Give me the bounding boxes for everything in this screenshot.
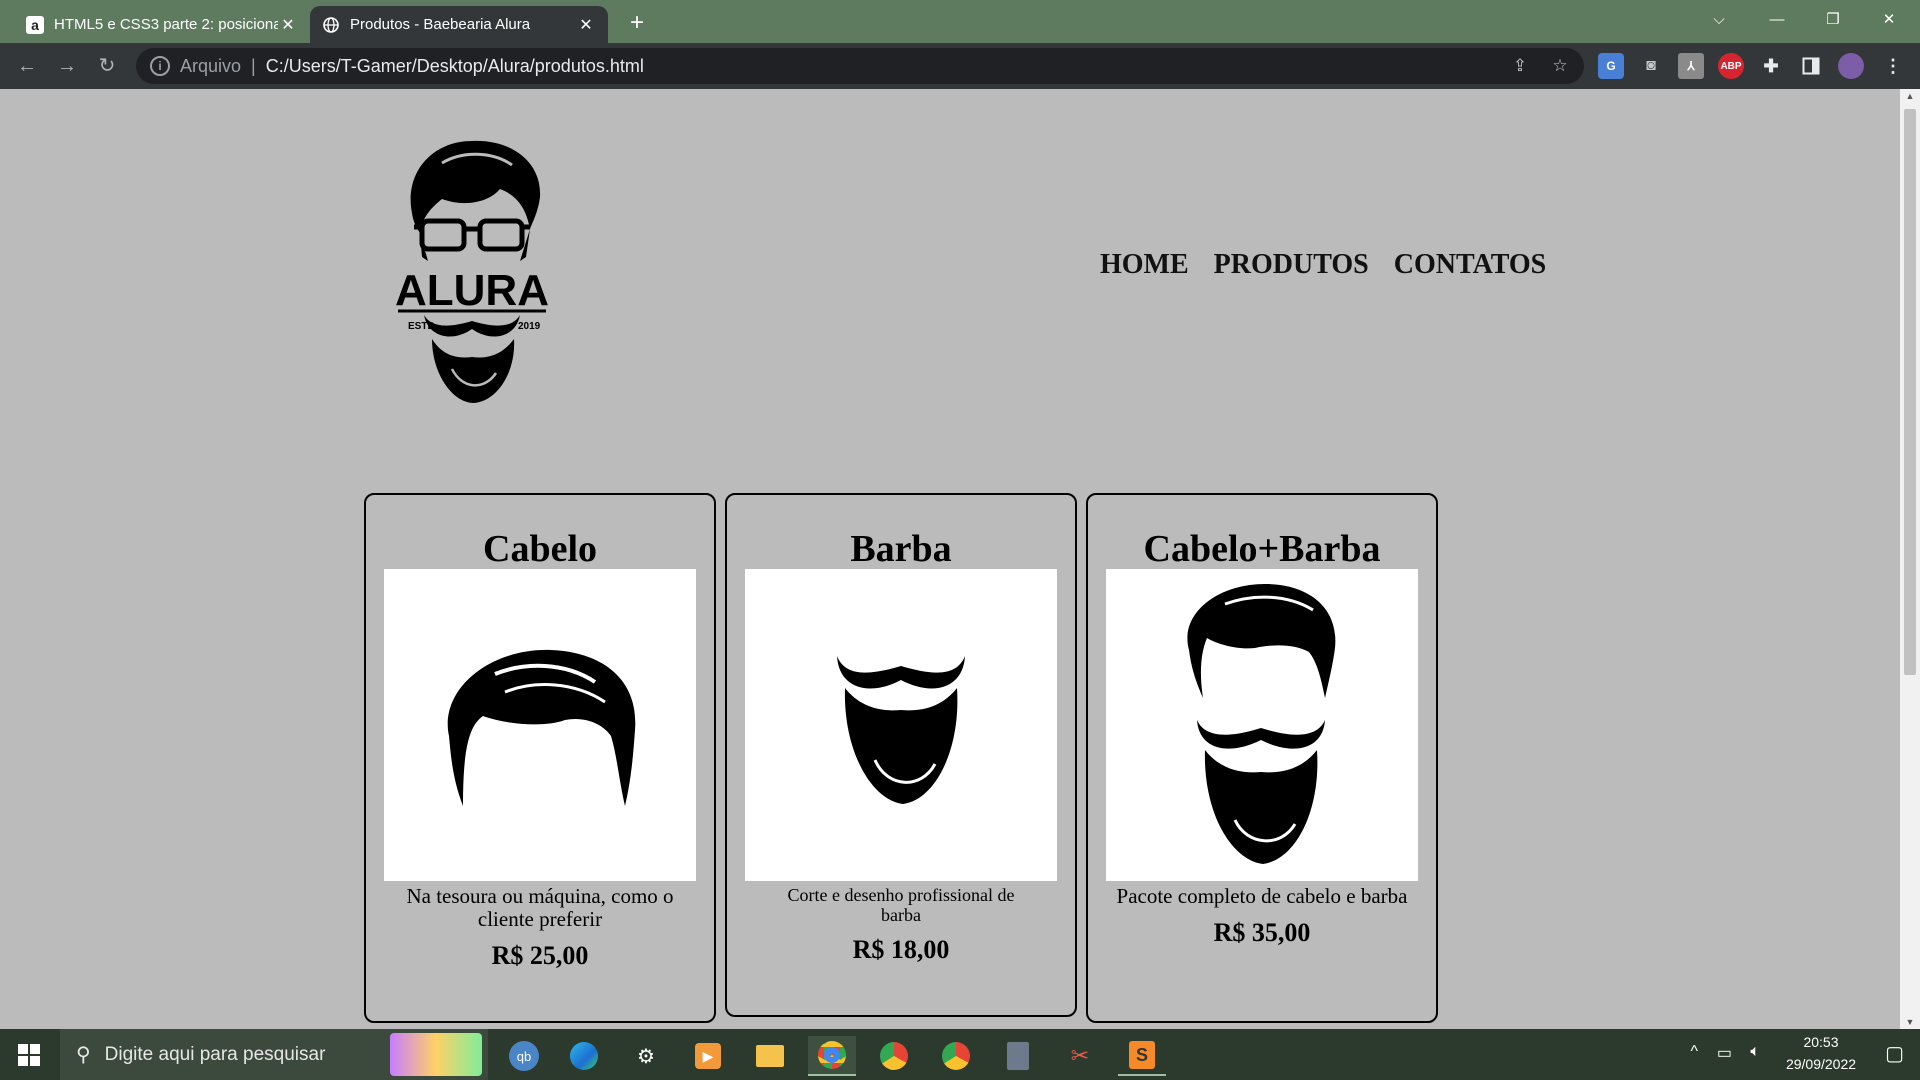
product-price: R$ 35,00 [1213,918,1311,947]
share-icon[interactable]: ⇪ [1508,54,1532,78]
alura-favicon-icon: a [26,15,44,34]
file-explorer-icon[interactable] [746,1036,794,1076]
product-card-cabelo: Cabelo Na tesoura ou máquina, como o cli… [364,493,716,1023]
chrome-app-icon-active[interactable] [808,1036,856,1076]
extensions-puzzle-icon[interactable]: ✚ [1758,53,1784,79]
product-title: Cabelo [483,528,597,570]
globe-icon [322,16,340,34]
browser-toolbar: ← → ↻ i Arquivo | C:/Users/T-Gamer/Deskt… [0,43,1920,89]
edge-app-icon[interactable] [560,1036,608,1076]
hair-icon [447,649,636,806]
search-icon: ⚲ [76,1044,91,1066]
product-image-hair [384,569,696,881]
tab-title: HTML5 e CSS3 parte 2: posiciona [54,16,278,33]
chrome-profile-2-icon[interactable] [870,1036,918,1076]
forward-button[interactable]: → [52,51,82,81]
product-card-barba: Barba Corte e desenho profissional de ba… [725,493,1077,1017]
search-placeholder: Digite aqui para pesquisar [104,1043,326,1065]
qbittorrent-app-icon[interactable]: qb [500,1036,548,1076]
start-button[interactable] [0,1029,58,1080]
alura-logo: ALURA ESTD 2019 [395,140,549,403]
restore-button[interactable]: ❐ [1808,0,1858,40]
scroll-up-arrow-icon[interactable]: ▲ [1900,91,1920,101]
product-description: Na tesoura ou máquina, como o cliente pr… [406,884,674,931]
clock-time[interactable]: 20:53 [1776,1034,1866,1050]
product-title: Barba [850,528,952,570]
media-player-app-icon[interactable]: ▶ [684,1036,732,1076]
tab-produtos[interactable]: Produtos - Baebearia Alura ✕ [310,6,608,43]
nav-contatos-link[interactable]: CONTATOS [1394,249,1546,281]
bookmark-star-icon[interactable]: ☆ [1548,54,1572,78]
chrome-profile-3-icon[interactable] [932,1036,980,1076]
side-panel-icon[interactable] [1798,53,1824,79]
product-description: Corte e desenho profissional de barba [787,885,1015,925]
back-button[interactable]: ← [12,51,42,81]
product-price: R$ 18,00 [852,935,950,964]
tab-html5-css3[interactable]: a HTML5 e CSS3 parte 2: posiciona ✕ [14,6,310,43]
reload-button[interactable]: ↻ [92,51,122,81]
sublime-text-app-icon[interactable]: S [1118,1036,1166,1076]
address-scheme: Arquivo [180,55,242,76]
menu-kebab-icon[interactable]: ⋮ [1880,53,1906,79]
snipping-tool-icon[interactable]: ✂ [1056,1036,1104,1076]
pdf-extension-icon[interactable]: ⅄ [1678,53,1704,79]
close-window-button[interactable]: ✕ [1864,0,1914,40]
adblock-extension-icon[interactable]: ABP [1718,53,1744,79]
main-nav: HOME PRODUTOS CONTATOS [1100,249,1546,281]
windows-taskbar: ⚲ Digite aqui para pesquisar qb ⚙ ▶ ✂ S … [0,1029,1920,1080]
network-icon[interactable]: ▭ [1717,1043,1732,1063]
logo-year-text: 2019 [518,321,541,332]
chevron-up-icon[interactable]: ^ [1690,1043,1698,1061]
camera-extension-icon[interactable]: ◙ [1638,53,1664,79]
tab-title: Produtos - Baebearia Alura [350,16,531,33]
product-price: R$ 25,00 [491,941,589,970]
windows-logo-icon [18,1043,40,1066]
nav-produtos-link[interactable]: PRODUTOS [1214,249,1369,281]
beard-icon [837,656,965,804]
profile-avatar[interactable] [1838,53,1864,79]
product-description: Pacote completo de cabelo e barba [1116,884,1408,908]
info-icon[interactable]: i [150,56,170,76]
hair-beard-icon [1187,584,1336,864]
search-highlight-image[interactable] [390,1033,482,1076]
address-url: C:/Users/T-Gamer/Desktop/Alura/produtos.… [265,55,644,76]
translate-extension-icon[interactable]: G [1598,53,1624,79]
scroll-thumb[interactable] [1904,109,1916,675]
notification-icon[interactable]: ▢ [1885,1041,1904,1066]
address-bar[interactable]: i Arquivo | C:/Users/T-Gamer/Desktop/Alu… [136,48,1584,84]
new-tab-button[interactable]: + [620,6,654,40]
volume-icon[interactable]: 🔈︎ [1750,1043,1760,1061]
address-separator: | [251,55,256,76]
close-tab-icon[interactable]: ✕ [576,15,596,35]
logo-brand-text: ALURA [395,266,549,315]
tab-strip: a HTML5 e CSS3 parte 2: posiciona ✕ Prod… [0,0,1920,43]
minimize-button[interactable]: — [1752,0,1802,40]
taskbar-search[interactable]: ⚲ Digite aqui para pesquisar [60,1029,488,1080]
settings-gear-icon[interactable]: ⚙ [622,1036,670,1076]
product-card-cabelo-barba: Cabelo+Barba Pacote completo de cabelo e… [1086,493,1438,1023]
close-tab-icon[interactable]: ✕ [278,15,298,35]
page-scrollbar[interactable]: ▲ ▼ [1900,89,1920,1029]
product-image-hair-beard [1106,569,1418,881]
calculator-app-icon[interactable] [994,1036,1042,1076]
scroll-down-arrow-icon[interactable]: ▼ [1900,1017,1920,1027]
product-image-beard [745,569,1057,881]
product-title: Cabelo+Barba [1143,528,1381,570]
tab-search-icon[interactable]: ⌵ [1694,0,1744,40]
page-viewport: ALURA ESTD 2019 HOME PRODUTOS CONTATOS C… [0,89,1900,1029]
clock-date[interactable]: 29/09/2022 [1776,1056,1866,1072]
nav-home-link[interactable]: HOME [1100,249,1189,281]
